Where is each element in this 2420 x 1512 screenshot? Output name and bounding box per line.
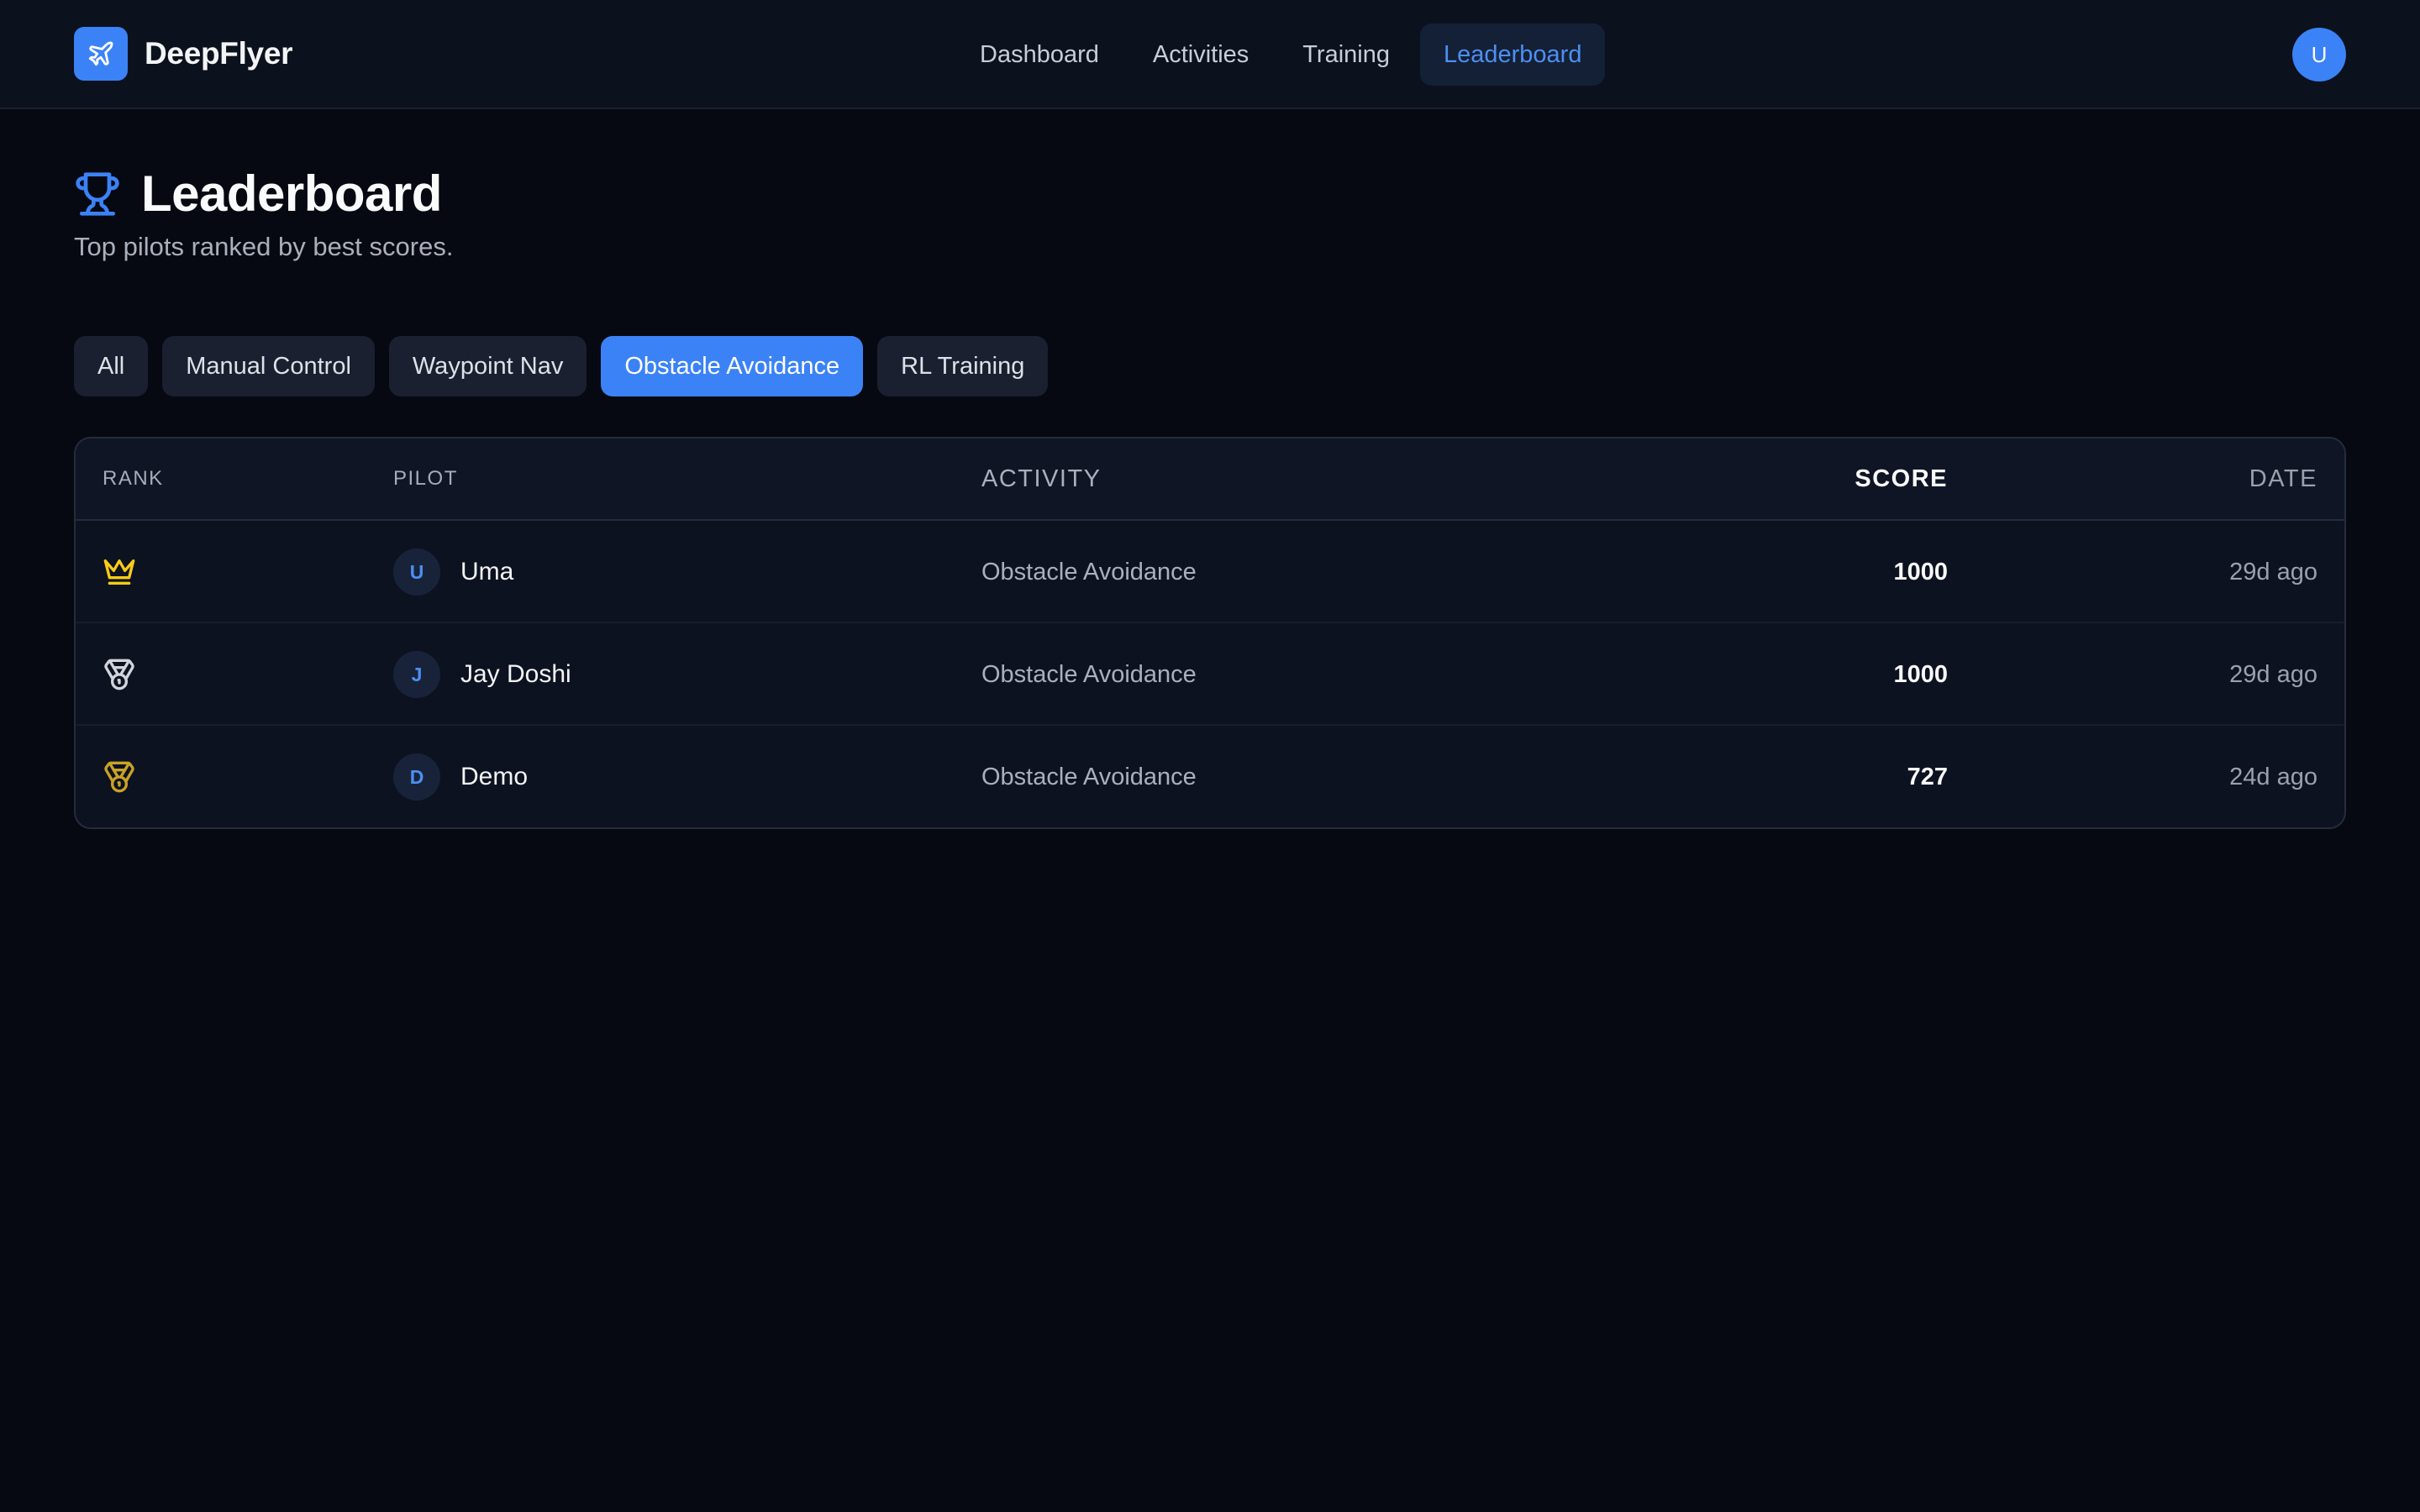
activity-cell: Obstacle Avoidance — [981, 660, 1197, 688]
filter-waypoint-nav[interactable]: Waypoint Nav — [388, 336, 587, 396]
activity-filter-group: All Manual Control Waypoint Nav Obstacle… — [74, 336, 1062, 396]
rank-cell — [103, 623, 136, 726]
avatar: U — [393, 549, 440, 596]
filter-all[interactable]: All — [74, 336, 149, 396]
table-row[interactable]: J Jay Doshi Obstacle Avoidance 1000 29d … — [76, 623, 2344, 726]
medal-icon — [104, 659, 134, 690]
pilot-name: Uma — [460, 558, 514, 585]
pilot-cell: D Demo — [393, 726, 529, 827]
pilot-cell: J Jay Doshi — [393, 623, 571, 726]
filter-rl-training[interactable]: RL Training — [877, 336, 1049, 396]
pilot-cell: U Uma — [393, 521, 513, 623]
app-name: DeepFlyer — [145, 36, 293, 71]
leaderboard-table: RANK PILOT ACTIVITY SCORE DATE U Uma Obs… — [74, 437, 2346, 829]
main-nav: Dashboard Activities Training Leaderboar… — [956, 24, 1612, 86]
trophy-icon — [76, 171, 119, 216]
page-title: Leaderboard — [141, 165, 442, 222]
top-navbar: DeepFlyer Dashboard Activities Training … — [0, 0, 2420, 109]
date-cell: 29d ago — [2229, 558, 2317, 585]
score-cell: 727 — [1907, 763, 1948, 790]
medal-icon — [104, 761, 134, 793]
date-cell: 24d ago — [2229, 763, 2317, 790]
column-header-score: SCORE — [1854, 465, 1948, 492]
plane-icon — [74, 27, 128, 81]
date-cell: 29d ago — [2229, 660, 2317, 688]
score-cell: 1000 — [1893, 660, 1948, 688]
avatar: D — [393, 753, 440, 801]
rank-cell — [103, 521, 136, 623]
table-row[interactable]: U Uma Obstacle Avoidance 1000 29d ago — [76, 521, 2344, 623]
nav-item-training[interactable]: Training — [1279, 24, 1413, 86]
column-header-pilot: PILOT — [393, 467, 458, 490]
activity-cell: Obstacle Avoidance — [981, 558, 1197, 585]
filter-manual-control[interactable]: Manual Control — [162, 336, 375, 396]
avatar: J — [393, 651, 440, 698]
page-subtitle: Top pilots ranked by best scores. — [74, 232, 454, 261]
pilot-name: Demo — [460, 763, 529, 790]
score-cell: 1000 — [1893, 558, 1948, 585]
pilot-name: Jay Doshi — [460, 660, 571, 688]
table-header: RANK PILOT ACTIVITY SCORE DATE — [76, 438, 2344, 521]
table-row[interactable]: D Demo Obstacle Avoidance 727 24d ago — [76, 726, 2344, 827]
nav-item-leaderboard[interactable]: Leaderboard — [1420, 24, 1606, 86]
user-avatar-button[interactable]: U — [2292, 28, 2346, 81]
column-header-date: DATE — [2249, 465, 2317, 492]
column-header-activity: ACTIVITY — [981, 465, 1102, 492]
crown-icon — [103, 559, 135, 585]
column-header-rank: RANK — [103, 467, 164, 490]
nav-item-dashboard[interactable]: Dashboard — [956, 24, 1123, 86]
page-header: Leaderboard — [74, 165, 442, 223]
brand[interactable]: DeepFlyer — [74, 27, 293, 81]
filter-obstacle-avoidance[interactable]: Obstacle Avoidance — [601, 336, 864, 396]
nav-item-activities[interactable]: Activities — [1129, 24, 1272, 86]
rank-cell — [103, 726, 136, 827]
activity-cell: Obstacle Avoidance — [981, 763, 1197, 790]
